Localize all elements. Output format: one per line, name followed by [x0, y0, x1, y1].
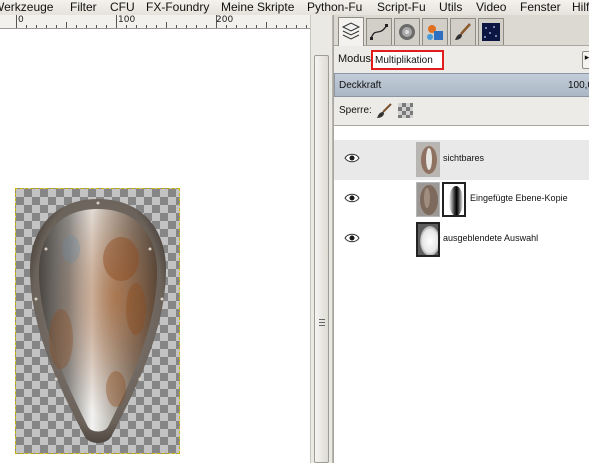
ruler-tick [186, 25, 187, 28]
patterns-icon [427, 25, 443, 40]
layer-row[interactable]: Eingefügte Ebene-Kopie [334, 180, 589, 220]
ruler-tick [166, 22, 167, 28]
ruler-tick [56, 25, 57, 28]
menu-filter[interactable]: Filter [70, 0, 97, 14]
layer-list[interactable]: sichtbares Eingefügte Ebene-Kopie ausgeb… [334, 125, 589, 463]
tab-paths[interactable] [366, 18, 392, 45]
ruler-tick [66, 22, 67, 28]
ruler-tick [146, 25, 147, 28]
thumb-grip [319, 325, 325, 326]
layer-row[interactable]: sichtbares [334, 140, 589, 180]
menu-hilfe[interactable]: Hilfe [572, 0, 589, 14]
ruler-tick [306, 25, 307, 28]
ruler-tick [116, 15, 117, 28]
opacity-slider[interactable]: Deckkraft 100,0 [334, 73, 589, 97]
lock-label: Sperre: [339, 105, 372, 116]
menu-werkzeuge[interactable]: Werkzeuge [0, 0, 53, 14]
ruler-label-0: 0 [18, 15, 24, 25]
ruler-tick [266, 22, 267, 28]
ruler-tick [226, 25, 227, 28]
ruler-tick [236, 25, 237, 28]
ruler-tick [256, 25, 257, 28]
ruler-tick [296, 25, 297, 28]
paths-icon [370, 24, 388, 40]
tab-layers[interactable] [338, 17, 364, 46]
layer-row[interactable]: ausgeblendete Auswahl [334, 220, 589, 260]
layer-mask-thumbnail[interactable] [442, 182, 466, 217]
menu-video[interactable]: Video [476, 0, 506, 14]
thumb-grip [319, 319, 325, 320]
tab-brushes[interactable] [394, 18, 420, 45]
ruler-tick [86, 25, 87, 28]
menu-meine-skripte[interactable]: Meine Skripte [221, 0, 294, 14]
ruler-tick [216, 15, 217, 28]
shield-image [30, 199, 166, 443]
mode-label: Modus: [338, 53, 375, 65]
ruler-tick [246, 25, 247, 28]
layer-thumbnail [416, 222, 440, 257]
menu-fenster[interactable]: Fenster [520, 0, 561, 14]
layers-dock: Modus: Multiplikation ▸ Deckkraft 100,0 … [333, 15, 589, 463]
scrollbar-thumb[interactable] [314, 55, 329, 463]
tab-paint-tool[interactable] [450, 18, 476, 45]
ruler-tick [36, 25, 37, 28]
mode-select[interactable]: Multiplikation [371, 50, 444, 70]
menu-script-fu[interactable]: Script-Fu [377, 0, 426, 14]
mode-row: Modus: Multiplikation ▸ [334, 50, 589, 70]
menu-python-fu[interactable]: Python-Fu [307, 0, 362, 14]
ruler-tick [16, 15, 17, 28]
menu-utils[interactable]: Utils [439, 0, 462, 14]
ruler-label-100: 100 [118, 15, 136, 25]
menu-bar: Werkzeuge Filter CFU FX-Foundry Meine Sk… [0, 0, 589, 15]
ruler-tick [26, 25, 27, 28]
ruler-tick [106, 25, 107, 28]
lock-pixels-brush-icon[interactable] [376, 103, 392, 119]
eye-icon[interactable] [344, 192, 360, 204]
lock-row: Sperre: [334, 101, 589, 121]
image-canvas[interactable] [0, 30, 310, 463]
ruler-tick [46, 25, 47, 28]
ruler-label-200: 200 [216, 15, 234, 25]
ruler-tick [96, 25, 97, 28]
horizontal-ruler[interactable]: 0 100 200 [0, 15, 310, 29]
menu-cfu[interactable]: CFU [110, 0, 135, 14]
mode-dropdown-button[interactable]: ▸ [582, 51, 589, 69]
layer-thumbnail [416, 182, 440, 217]
image-layer-bounds[interactable] [15, 188, 180, 454]
menu-fx-foundry[interactable]: FX-Foundry [146, 0, 209, 14]
lock-alpha-checker-icon[interactable] [398, 103, 413, 118]
tab-patterns[interactable] [422, 18, 448, 45]
gradient-icon [482, 23, 500, 41]
brushes-icon [399, 24, 415, 40]
ruler-tick [136, 25, 137, 28]
tab-gradient[interactable] [478, 18, 504, 45]
ruler-tick [76, 25, 77, 28]
layers-icon [341, 22, 361, 40]
ruler-tick [156, 25, 157, 28]
ruler-tick [206, 25, 207, 28]
opacity-value: 100,0 [568, 80, 589, 91]
layer-name: Eingefügte Ebene-Kopie [470, 193, 568, 203]
paint-tool-icon [455, 23, 471, 40]
opacity-label: Deckkraft [339, 80, 382, 91]
dock-tabs [334, 15, 589, 46]
ruler-tick [196, 25, 197, 28]
vertical-scrollbar[interactable] [310, 15, 333, 463]
ruler-tick [176, 25, 177, 28]
layer-name: sichtbares [443, 153, 485, 163]
ruler-tick [286, 25, 287, 28]
thumb-grip [319, 322, 325, 323]
layer-name: ausgeblendete Auswahl [443, 233, 539, 243]
ruler-tick [276, 25, 277, 28]
layer-thumbnail [416, 142, 440, 177]
eye-icon[interactable] [344, 152, 360, 164]
eye-icon[interactable] [344, 232, 360, 244]
ruler-tick [126, 25, 127, 28]
